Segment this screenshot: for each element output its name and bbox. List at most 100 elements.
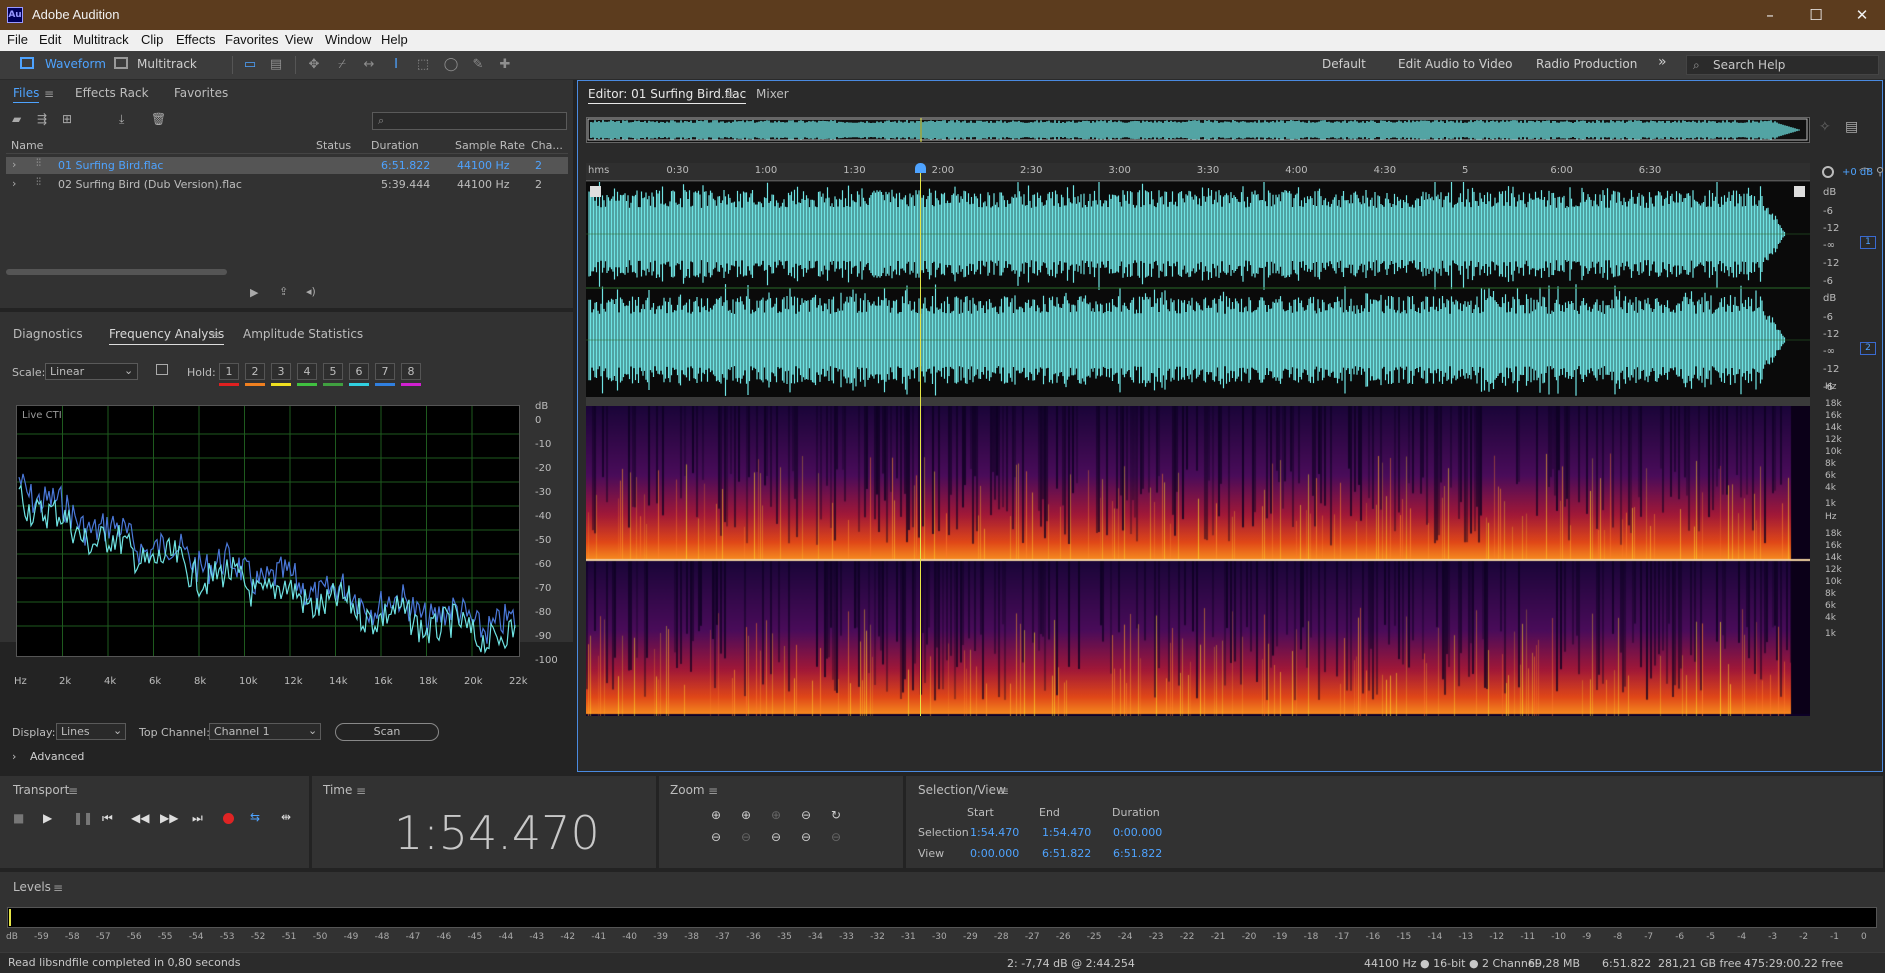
tab-frequency-analysis[interactable]: Frequency Analysis — [109, 327, 225, 345]
time-display[interactable]: 1:54.470 — [394, 806, 600, 860]
overview-navigator[interactable] — [586, 117, 1810, 143]
selection-start[interactable]: 1:54.470 — [970, 826, 1019, 839]
panel-settings-icon[interactable]: ▤ — [1845, 119, 1858, 135]
import-icon[interactable]: ⇶ — [37, 112, 47, 126]
view-duration[interactable]: 6:51.822 — [1113, 847, 1162, 860]
close-button[interactable]: ✕ — [1839, 0, 1885, 30]
panel-menu-icon[interactable]: ≡ — [724, 88, 734, 102]
pause-icon[interactable]: ❚❚ — [73, 811, 93, 825]
rewind-icon[interactable]: ◀◀ — [131, 811, 149, 825]
advanced-toggle[interactable]: Advanced — [30, 750, 84, 763]
marquee-tool-icon[interactable]: ⬚ — [413, 56, 433, 74]
menu-effects[interactable]: Effects — [176, 32, 216, 47]
zoom-selection-icon[interactable]: ⊕ — [771, 808, 781, 822]
more-workspaces-button[interactable]: » — [1658, 54, 1667, 70]
razor-tool-icon[interactable]: ⌿ — [332, 56, 352, 74]
multitrack-button[interactable]: Multitrack — [137, 57, 197, 71]
hold-button-7[interactable]: 7 — [375, 363, 395, 380]
zoom-fit-icon[interactable]: ✧ — [1819, 119, 1831, 135]
move-tool-icon[interactable]: ✥ — [304, 56, 324, 74]
tab-editor[interactable]: Editor: 01 Surfing Bird.flac — [588, 87, 747, 104]
fade-in-handle[interactable] — [590, 186, 601, 197]
autoplay-icon[interactable]: ◂) — [306, 285, 316, 298]
zoom-out-selection-icon[interactable]: ⊖ — [831, 830, 841, 844]
healing-tool-icon[interactable]: ✚ — [495, 56, 515, 74]
zoom-reset-icon[interactable]: ↻ — [831, 808, 841, 822]
workspace-radio-production[interactable]: Radio Production — [1536, 57, 1637, 71]
fast-forward-icon[interactable]: ▶▶ — [160, 811, 178, 825]
tab-diagnostics[interactable]: Diagnostics — [13, 327, 83, 341]
hold-button-4[interactable]: 4 — [297, 363, 317, 380]
menu-view[interactable]: View — [285, 32, 313, 47]
record-icon[interactable] — [223, 813, 234, 824]
new-file-icon[interactable]: ⊞ — [62, 112, 72, 126]
waveform-display[interactable] — [586, 182, 1810, 397]
hold-button-1[interactable]: 1 — [219, 363, 239, 380]
top-channel-dropdown[interactable]: Channel 1 ⌄ — [209, 723, 321, 740]
zoom-out-amplitude-icon[interactable]: ⊖ — [711, 830, 721, 844]
display-dropdown[interactable]: Lines ⌄ — [56, 723, 126, 740]
view-end[interactable]: 6:51.822 — [1042, 847, 1091, 860]
menu-file[interactable]: File — [7, 32, 28, 47]
workspace-edit-audio-to-video[interactable]: Edit Audio to Video — [1398, 57, 1512, 71]
loop-playback-icon[interactable]: ⇆ — [250, 810, 260, 824]
panel-menu-icon[interactable]: ≡ — [53, 881, 63, 895]
playhead[interactable] — [920, 163, 921, 716]
col-channels[interactable]: Cha... — [531, 139, 563, 152]
insert-into-multitrack-icon[interactable]: ⤓ — [119, 112, 124, 127]
menu-favorites[interactable]: Favorites — [225, 32, 278, 47]
selection-duration[interactable]: 0:00.000 — [1113, 826, 1162, 839]
zoom-out-full-icon[interactable]: ⊖ — [801, 830, 811, 844]
hold-button-3[interactable]: 3 — [271, 363, 291, 380]
slip-tool-icon[interactable]: ↔ — [359, 56, 379, 74]
scan-button[interactable]: Scan — [335, 723, 439, 741]
copy-icon[interactable] — [156, 364, 168, 375]
zoom-in-point-icon[interactable]: ⊖ — [801, 808, 811, 822]
panel-menu-icon[interactable]: ≡ — [356, 784, 366, 798]
spectral-display[interactable] — [586, 406, 1810, 716]
splitter[interactable] — [586, 397, 1810, 406]
chevron-right-icon[interactable]: › — [12, 750, 16, 763]
zoom-in-amplitude-icon[interactable]: ⊕ — [711, 808, 721, 822]
col-name[interactable]: Name — [11, 139, 43, 152]
waveform-display-icon[interactable]: ▭ — [240, 56, 260, 74]
delete-icon[interactable]: 🗑 — [151, 112, 166, 126]
channel-badge[interactable]: 2 — [1860, 342, 1876, 355]
tab-amplitude-statistics[interactable]: Amplitude Statistics — [243, 327, 363, 341]
marker-icon[interactable]: ⚲ — [1876, 165, 1884, 178]
go-to-start-icon[interactable]: ⏮ — [102, 811, 113, 826]
hold-button-5[interactable]: 5 — [323, 363, 343, 380]
panel-menu-icon[interactable]: ≡ — [44, 87, 54, 101]
minimize-button[interactable]: – — [1747, 0, 1793, 30]
panel-menu-icon[interactable]: ≡ — [68, 784, 78, 798]
skip-selection-icon[interactable]: ⇹ — [281, 810, 291, 824]
gain-knob-icon[interactable] — [1822, 166, 1834, 178]
tab-effects-rack[interactable]: Effects Rack — [75, 86, 149, 100]
expand-chevron-icon[interactable]: › — [12, 177, 16, 190]
maximize-button[interactable]: ☐ — [1793, 0, 1839, 30]
hold-button-6[interactable]: 6 — [349, 363, 369, 380]
zoom-in-time-icon[interactable]: ⊕ — [741, 808, 751, 822]
headphones-icon[interactable]: ⌒ — [1859, 165, 1870, 181]
tab-mixer[interactable]: Mixer — [756, 87, 789, 101]
search-help-input[interactable]: ⌕ Search Help — [1686, 55, 1879, 75]
play-preview-icon[interactable]: ▶ — [250, 286, 258, 299]
menu-edit[interactable]: Edit — [39, 32, 61, 47]
panel-menu-icon[interactable]: ≡ — [210, 328, 220, 342]
zoom-out-left-icon[interactable]: ⊖ — [771, 830, 781, 844]
waveform-button[interactable]: Waveform — [45, 57, 106, 71]
tab-files[interactable]: Files — [13, 86, 40, 103]
menu-help[interactable]: Help — [381, 32, 408, 47]
files-search-input[interactable]: ⌕ — [372, 112, 567, 130]
tab-favorites[interactable]: Favorites — [174, 86, 228, 100]
brush-tool-icon[interactable]: ✎ — [468, 56, 488, 74]
hold-button-2[interactable]: 2 — [245, 363, 265, 380]
hold-button-8[interactable]: 8 — [401, 363, 421, 380]
go-to-end-icon[interactable]: ⏭ — [192, 811, 203, 826]
panel-menu-icon[interactable]: ≡ — [999, 784, 1009, 798]
time-ruler[interactable]: hms 0:30 1:00 1:30 2:00 2:30 3:00 3:30 4:00 4:30 5… — [586, 163, 1810, 181]
channel-badge[interactable]: 1 — [1860, 236, 1876, 249]
col-status[interactable]: Status — [316, 139, 351, 152]
menu-window[interactable]: Window — [325, 32, 371, 47]
loop-preview-icon[interactable]: ⇪ — [279, 285, 288, 298]
